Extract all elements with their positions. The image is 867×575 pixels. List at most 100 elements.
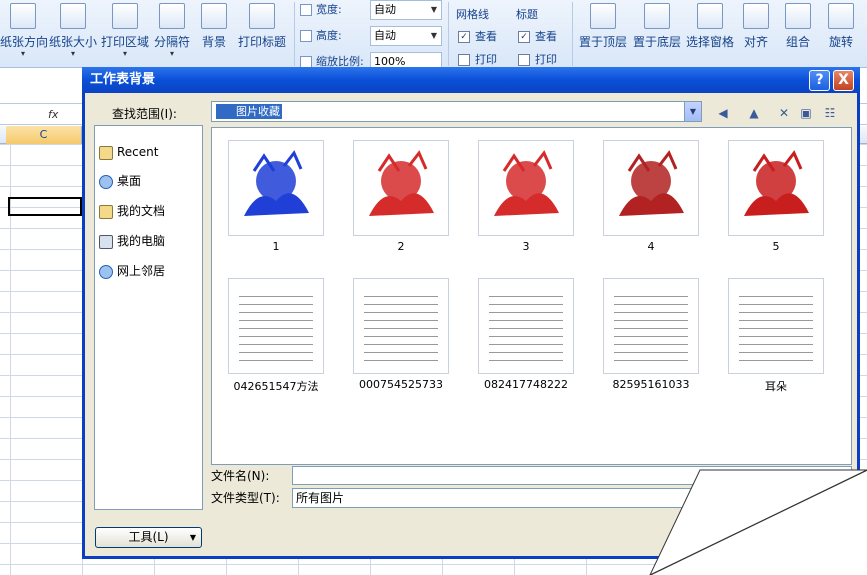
delete-icon[interactable]: ✕	[776, 105, 792, 121]
picture-icon	[201, 3, 227, 29]
bring-to-front-button[interactable]: 置于顶层	[578, 0, 628, 60]
tools-button[interactable]: 工具(L) ▼	[95, 527, 202, 548]
selected-cell[interactable]	[8, 197, 82, 216]
file-name: 5	[772, 240, 780, 253]
fx-icon[interactable]: fx	[48, 108, 58, 121]
gridlines-view-checkbox[interactable]: ✓ 查看	[458, 28, 497, 46]
dialog-title-bar[interactable]: 工作表背景 ? X	[82, 67, 860, 93]
place-network[interactable]: 网上邻居	[99, 261, 165, 281]
gridlines-title: 网格线	[456, 8, 489, 21]
computer-icon	[99, 234, 113, 249]
place-desktop[interactable]: 桌面	[99, 171, 141, 191]
rotate-button[interactable]: 旋转	[826, 0, 856, 60]
align-button[interactable]: 对齐	[741, 0, 771, 60]
file-thumbnail[interactable]	[603, 278, 699, 374]
look-in-label: 查找范围(I):	[112, 107, 177, 121]
file-name: 耳朵	[765, 380, 787, 393]
printer-icon	[112, 3, 138, 29]
place-my-documents[interactable]: 我的文档	[99, 201, 165, 221]
print-area-button[interactable]: 打印区域 ▾	[100, 0, 150, 60]
height-label: 高度:	[300, 26, 342, 46]
file-name: 000754525733	[359, 378, 443, 391]
file-name: 2	[397, 240, 405, 253]
filetype-select[interactable]: 所有图片	[292, 488, 852, 508]
width-select[interactable]: 自动 ▼	[370, 0, 442, 20]
align-icon	[743, 3, 769, 29]
height-select[interactable]: 自动 ▼	[370, 26, 442, 46]
folder-icon	[99, 204, 113, 219]
document-icon	[239, 291, 313, 365]
headings-title: 标题	[516, 8, 538, 21]
new-folder-icon[interactable]: ▣	[798, 105, 814, 121]
document-icon	[739, 291, 813, 365]
document-icon	[364, 291, 438, 365]
places-bar: Recent 桌面 我的文档 我的电脑 网上邻居	[94, 125, 203, 510]
sheet-background-dialog: 工作表背景 ? X 查找范围(I): 图片收藏 ▼ ◀ ▲ ✕ ▣ ☷ Rece…	[82, 67, 860, 559]
column-header-c[interactable]: C	[6, 126, 82, 144]
help-button[interactable]: ?	[809, 70, 830, 91]
file-thumbnail[interactable]	[353, 278, 449, 374]
file-thumbnail[interactable]	[728, 140, 824, 236]
folder-icon	[99, 145, 113, 160]
file-thumbnail[interactable]	[728, 278, 824, 374]
look-in-value: 图片收藏	[216, 104, 282, 119]
network-icon	[99, 264, 113, 279]
document-icon	[614, 291, 688, 365]
group-icon	[785, 3, 811, 29]
group-button[interactable]: 组合	[783, 0, 813, 60]
filename-label: 文件名(N):	[211, 469, 270, 483]
up-folder-icon[interactable]: ▲	[746, 105, 762, 121]
ribbon: 纸张方向 ▾ 纸张大小 ▾ 打印区域 ▾ 分隔符 ▾ 背景 打印标题 宽度: 自动 ▼ 高…	[0, 0, 867, 72]
file-name: 042651547方法	[233, 380, 319, 393]
filetype-label: 文件类型(T):	[211, 491, 280, 505]
selection-pane-button[interactable]: 选择窗格	[685, 0, 735, 60]
place-recent[interactable]: Recent	[99, 142, 158, 162]
file-name: 82595161033	[612, 378, 690, 391]
chevron-down-icon: ▼	[430, 5, 437, 14]
rotate-icon	[828, 3, 854, 29]
chevron-down-icon: ▼	[189, 533, 196, 542]
orientation-button[interactable]: 纸张方向 ▾	[0, 0, 48, 60]
file-list: 1 2 3 4 5 042651547方法 000754525733 082417748222…	[211, 127, 852, 465]
picture-icon	[494, 150, 559, 216]
headings-view-checkbox[interactable]: ✓ 查看	[518, 28, 557, 46]
file-thumbnail[interactable]	[478, 140, 574, 236]
width-icon	[300, 4, 312, 16]
place-my-computer[interactable]: 我的电脑	[99, 231, 165, 251]
picture-icon	[244, 150, 309, 216]
file-thumbnail[interactable]	[228, 140, 324, 236]
look-in-select[interactable]: 图片收藏 ▼	[211, 101, 702, 122]
file-thumbnail[interactable]	[353, 140, 449, 236]
width-label: 宽度:	[300, 0, 342, 20]
picture-icon	[744, 150, 809, 216]
chevron-down-icon[interactable]: ▼	[684, 102, 701, 121]
selection-pane-icon	[697, 3, 723, 29]
views-icon[interactable]: ☷	[822, 105, 838, 121]
close-button[interactable]: X	[833, 70, 854, 91]
page-size-icon	[60, 3, 86, 29]
picture-icon	[619, 150, 684, 216]
breaks-icon	[159, 3, 185, 29]
file-thumbnail[interactable]	[603, 140, 699, 236]
size-button[interactable]: 纸张大小 ▾	[48, 0, 98, 60]
print-titles-button[interactable]: 打印标题	[236, 0, 288, 60]
file-name: 4	[647, 240, 655, 253]
bring-front-icon	[590, 3, 616, 29]
send-to-back-button[interactable]: 置于底层	[631, 0, 683, 60]
file-thumbnail[interactable]	[228, 278, 324, 374]
document-icon	[489, 291, 563, 365]
chevron-down-icon: ▼	[430, 31, 437, 40]
picture-icon	[369, 150, 434, 216]
file-thumbnail[interactable]	[478, 278, 574, 374]
orientation-icon	[10, 3, 36, 29]
breaks-button[interactable]: 分隔符 ▾	[152, 0, 192, 60]
desktop-icon	[99, 174, 113, 189]
file-name: 3	[522, 240, 530, 253]
file-name: 1	[272, 240, 280, 253]
background-button[interactable]: 背景	[196, 0, 232, 60]
print-titles-icon	[249, 3, 275, 29]
height-icon	[300, 30, 312, 42]
filename-input[interactable]	[292, 466, 852, 485]
file-name: 082417748222	[484, 378, 568, 391]
back-icon[interactable]: ◀	[715, 105, 731, 121]
